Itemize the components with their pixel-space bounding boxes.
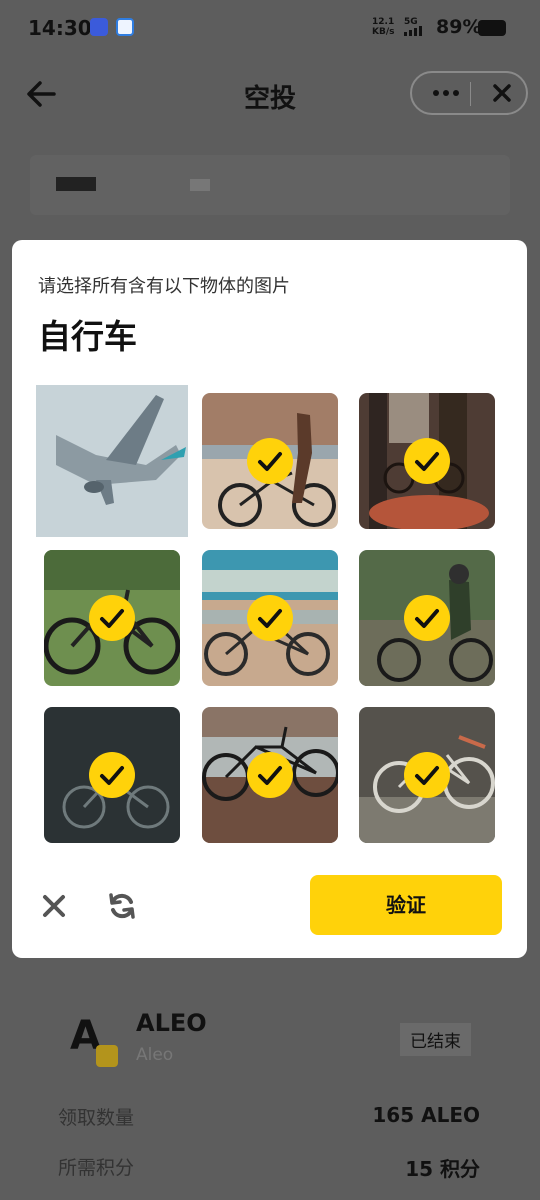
claim-amount-value: 165 ALEO — [372, 1103, 480, 1127]
refresh-icon[interactable] — [106, 890, 138, 922]
captcha-tile-white-bicycle[interactable] — [359, 707, 495, 843]
captcha-tile-person-riding-bicycle[interactable] — [359, 550, 495, 686]
selected-check-icon — [89, 752, 135, 798]
token-name: ALEO — [136, 1009, 207, 1037]
status-bar: 14:30 12.1 KB/s 5G 89% — [0, 0, 540, 60]
app-header: 空投 — [0, 60, 540, 130]
captcha-tile-airplane[interactable] — [36, 385, 188, 537]
more-icon[interactable] — [424, 77, 468, 109]
selected-check-icon — [247, 438, 293, 484]
battery-icon — [478, 20, 506, 36]
close-icon[interactable] — [40, 892, 68, 920]
captcha-tile-bicycle-in-dark[interactable] — [44, 707, 180, 843]
captcha-modal: 请选择所有含有以下物体的图片 自行车 验证 — [12, 240, 527, 958]
blurred-info-bar — [30, 155, 510, 215]
selected-check-icon — [247, 595, 293, 641]
battery-percent: 89% — [436, 16, 482, 38]
required-points-label: 所需积分 — [58, 1157, 135, 1179]
selected-check-icon — [404, 595, 450, 641]
selected-check-icon — [89, 595, 135, 641]
captcha-tile-bicycle-on-beach[interactable] — [202, 550, 338, 686]
verify-button[interactable]: 验证 — [310, 875, 502, 935]
network-speed: 12.1 KB/s — [372, 17, 395, 37]
captcha-prompt: 请选择所有含有以下物体的图片 — [38, 276, 290, 297]
claim-amount-label: 领取数量 — [58, 1107, 135, 1129]
captcha-tile-bicycle-by-water[interactable] — [202, 707, 338, 843]
close-icon[interactable] — [484, 77, 520, 109]
selected-check-icon — [247, 752, 293, 798]
captcha-target-object: 自行车 — [38, 317, 137, 356]
captcha-tile-road-bicycle-on-grass[interactable] — [44, 550, 180, 686]
required-points-value: 15 积分 — [405, 1157, 480, 1181]
notification-icons — [90, 18, 134, 36]
token-badge-icon — [96, 1045, 118, 1067]
captcha-tile-woman-with-bicycle[interactable] — [202, 393, 338, 529]
airplane-image — [36, 385, 188, 537]
vivo-app-icon — [90, 18, 108, 36]
message-app-icon — [116, 18, 134, 36]
signal-bars-icon — [404, 26, 422, 36]
token-subtitle: Aleo — [136, 1045, 174, 1065]
captcha-tile-bicycle-in-forest[interactable] — [359, 393, 495, 529]
capsule-divider — [470, 82, 471, 106]
token-card: A ALEO Aleo 已结束 领取数量 165 ALEO 所需积分 15 积分 — [30, 985, 510, 1200]
mini-program-capsule — [410, 71, 528, 115]
selected-check-icon — [404, 752, 450, 798]
selected-check-icon — [404, 438, 450, 484]
status-time: 14:30 — [28, 16, 92, 40]
status-badge: 已结束 — [400, 1023, 471, 1056]
